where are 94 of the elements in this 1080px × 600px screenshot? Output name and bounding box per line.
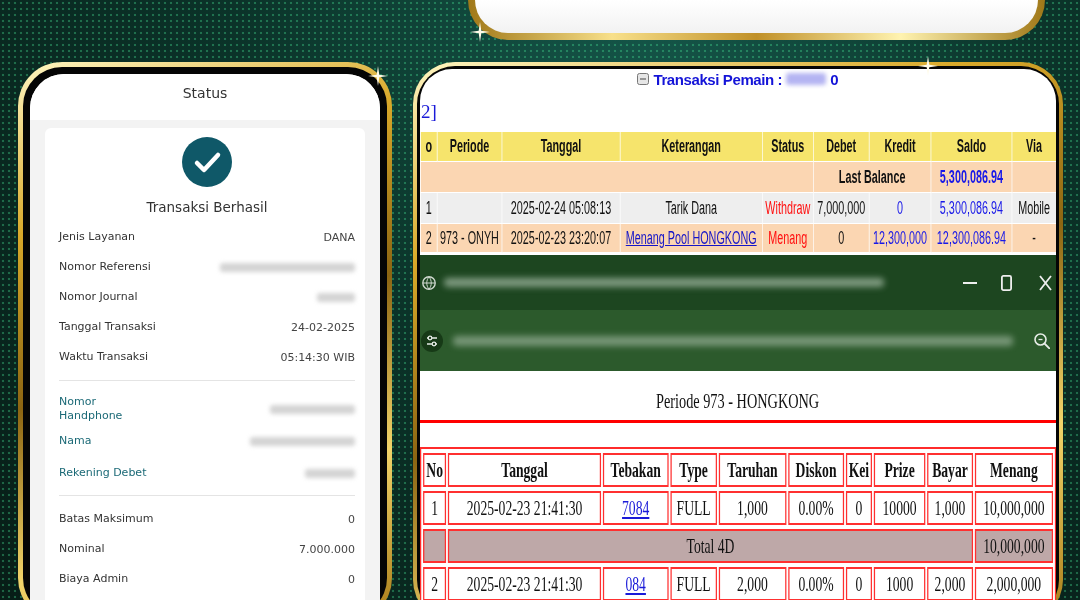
table-cell: 10000 (873, 491, 926, 525)
table-cell: 0 (813, 223, 870, 253)
close-icon[interactable] (1039, 274, 1052, 291)
pool-link[interactable]: Menang Pool HONGKONG (625, 227, 757, 248)
magnifier-icon[interactable] (1034, 332, 1050, 349)
table-cell: Last Balance (813, 161, 931, 193)
table-cell: 2,000 (927, 567, 973, 600)
field-value: 24-02-2025 (291, 320, 355, 334)
table-cell: 1000 (873, 567, 926, 600)
ledger-title: Transaksi Pemain : (653, 70, 783, 88)
field-label: Jenis Layanan (59, 230, 136, 244)
column-header: Taruhan (718, 453, 787, 487)
table-cell: 2025-02-23 23:20:07 (501, 223, 621, 253)
table-cell: 0 (845, 491, 873, 525)
column-header: o (420, 131, 438, 162)
table-cell: 2025-02-24 05:08:13 (501, 192, 621, 224)
empty-cell (423, 529, 447, 563)
column-header: Debet (813, 131, 870, 162)
table-cell: 0.00% (788, 491, 844, 525)
table-cell: 1,000 (927, 491, 973, 525)
table-cell: 7,000,000 (813, 192, 870, 224)
table-cell: 2025-02-23 21:41:30 (448, 567, 601, 600)
table-cell: 1,000 (718, 491, 787, 525)
column-header: Kei (845, 453, 873, 487)
column-header: Tanggal (501, 131, 621, 162)
table-cell: 2,000 (718, 567, 787, 600)
table-cell: 12,300,086.94 (930, 223, 1012, 253)
table-cell: 1 (423, 491, 447, 525)
column-header: Tebakan (602, 453, 669, 487)
field-label: Rekening Debet (59, 466, 147, 480)
maximize-icon[interactable] (1001, 274, 1012, 291)
table-cell: Tarik Dana (620, 192, 763, 224)
screen-title: Status (30, 74, 380, 120)
column-header: Diskon (788, 453, 844, 487)
table-cell: 2 (420, 223, 438, 253)
sparkle-icon (368, 66, 388, 86)
field-label: Nomor Journal (59, 290, 138, 304)
player-code: 0 (830, 70, 839, 88)
table-cell: 10,000,000 (974, 491, 1053, 525)
field-value: 0 (348, 512, 355, 526)
column-header: Status (762, 131, 814, 162)
column-header: No (423, 453, 447, 487)
table-cell: 0.00% (788, 567, 844, 600)
field-label: Biaya Admin (59, 572, 129, 586)
number-link[interactable]: 084 (625, 571, 646, 596)
table-cell: Withdraw (762, 192, 814, 224)
table-cell: 2 (423, 567, 447, 600)
field-label: Nama (59, 434, 92, 448)
column-header: Keterangan (620, 131, 763, 162)
table-cell: 12,300,000 (869, 223, 931, 253)
page-title: Periode 973 - HONGKONG (656, 388, 820, 414)
minus-box-icon (637, 73, 650, 85)
table-cell: 10,000,000 (974, 529, 1053, 563)
column-header: Type (670, 453, 717, 487)
column-header: Menang (974, 453, 1053, 487)
column-header: Periode (437, 131, 502, 162)
column-header: Bayar (927, 453, 973, 487)
sparkle-icon (470, 22, 490, 42)
field-label: Batas Maksimum (59, 512, 154, 526)
column-header: Saldo (930, 131, 1012, 162)
tune-icon[interactable] (421, 329, 443, 352)
field-value: DANA (323, 230, 355, 244)
table-cell: 5,300,086.94 (930, 161, 1012, 193)
field-label: Nomor Referensi (59, 260, 151, 274)
check-icon (182, 137, 232, 187)
column-header: Tanggal (448, 453, 601, 487)
table-cell: 2025-02-23 21:41:30 (448, 491, 601, 525)
table-cell: 973 - ONYH (437, 223, 502, 253)
table-cell: 1 (420, 192, 438, 224)
table-cell: 0 (845, 567, 873, 600)
field-value: 7.000.000 (299, 542, 355, 556)
page-link[interactable]: 2] (421, 101, 437, 122)
field-label: Nominal (59, 542, 105, 556)
field-label: Waktu Transaksi (59, 350, 149, 364)
table-cell: - (1011, 223, 1056, 253)
field-value: 0 (348, 572, 355, 586)
field-value: 05:14:30 WIB (280, 350, 355, 364)
column-header: Prize (873, 453, 926, 487)
table-cell: FULL (670, 491, 717, 525)
sparkle-icon (918, 56, 938, 76)
table-cell: 0 (869, 192, 931, 224)
field-label: Nomor Handphone (59, 395, 124, 423)
column-header: Kredit (869, 131, 931, 162)
minimize-icon[interactable] (963, 281, 977, 284)
table-cell: Total 4D (448, 529, 973, 563)
field-label: Tanggal Transaksi (59, 320, 156, 334)
column-header: Via (1011, 131, 1056, 162)
table-cell: Menang (762, 223, 814, 253)
table-cell: 5,300,086.94 (930, 192, 1012, 224)
result-text: Transaksi Berhasil (146, 198, 268, 216)
table-cell: 2,000,000 (974, 567, 1053, 600)
globe-icon (422, 275, 436, 290)
table-cell: FULL (670, 567, 717, 600)
number-link[interactable]: 7084 (622, 495, 650, 520)
